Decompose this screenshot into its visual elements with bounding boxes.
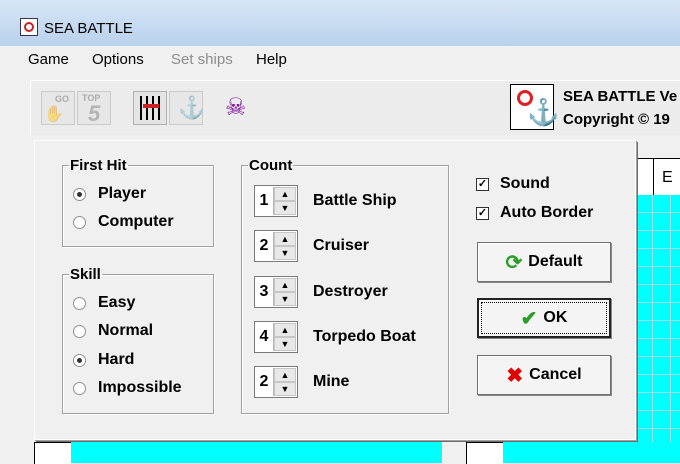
first-hit-group: First Hit Player Computer bbox=[62, 157, 214, 247]
count-legend: Count bbox=[249, 157, 293, 174]
radio-label: Computer bbox=[98, 213, 174, 230]
mine-spinner[interactable]: 2 ▲ ▼ bbox=[254, 366, 298, 398]
hand-icon: ✋ bbox=[44, 106, 64, 123]
slider-knob-icon bbox=[143, 104, 159, 108]
set-ships-button: ⚓ bbox=[169, 91, 206, 125]
default-button[interactable]: ⟳ Default bbox=[477, 242, 611, 282]
count-label: Mine bbox=[313, 373, 350, 390]
menu-help[interactable]: Help bbox=[256, 51, 287, 68]
count-label: Battle Ship bbox=[313, 192, 397, 209]
count-label: Destroyer bbox=[313, 283, 388, 300]
auto-border-checkbox[interactable]: ✓ Auto Border bbox=[476, 203, 593, 223]
top5-button[interactable]: TOP 5 bbox=[77, 91, 111, 126]
board-header: E bbox=[634, 158, 680, 195]
radio-unselected-icon bbox=[73, 381, 86, 395]
count-label: Cruiser bbox=[313, 237, 370, 254]
spin-down-icon[interactable]: ▼ bbox=[274, 292, 296, 306]
x-icon: ✖ bbox=[506, 364, 524, 387]
spin-down-icon[interactable]: ▼ bbox=[274, 201, 296, 215]
ok-label: OK bbox=[543, 309, 568, 326]
spinner-value: 4 bbox=[259, 328, 269, 345]
title-bar: SEA BATTLE bbox=[0, 0, 680, 46]
radio-unselected-icon bbox=[73, 296, 86, 310]
menu-options[interactable]: Options bbox=[92, 51, 144, 68]
radio-label: Hard bbox=[98, 351, 135, 368]
count-group: Count 1 ▲ ▼ Battle Ship 2 ▲ ▼ Cruiser 3 ▲ ▼… bbox=[241, 157, 449, 414]
spin-up-icon[interactable]: ▲ bbox=[274, 232, 296, 246]
menu-set-ships: Set ships bbox=[171, 51, 233, 68]
top-number: 5 bbox=[88, 101, 101, 126]
player-board bbox=[34, 442, 442, 464]
spinner-value: 3 bbox=[259, 283, 269, 300]
sound-label: Sound bbox=[500, 175, 550, 192]
version-text: SEA BATTLE Ve bbox=[563, 88, 678, 105]
cancel-button[interactable]: ✖ Cancel bbox=[477, 355, 611, 395]
count-row-battle-ship: 1 ▲ ▼ Battle Ship bbox=[254, 184, 397, 218]
first-hit-legend: First Hit bbox=[70, 157, 127, 174]
radio-unselected-icon bbox=[73, 324, 86, 338]
radio-unselected-icon bbox=[73, 215, 86, 229]
refresh-icon: ⟳ bbox=[505, 251, 523, 274]
go-button[interactable]: ✋ GO bbox=[41, 91, 75, 125]
count-row-destroyer: 3 ▲ ▼ Destroyer bbox=[254, 275, 388, 309]
skill-group: Skill Easy Normal Hard Impossible bbox=[62, 266, 214, 414]
enemy-board bbox=[634, 194, 680, 444]
skill-hard-radio[interactable]: Hard bbox=[73, 350, 134, 370]
checkmark-icon: ✓ bbox=[476, 206, 489, 220]
spin-down-icon[interactable]: ▼ bbox=[274, 246, 296, 260]
spin-down-icon[interactable]: ▼ bbox=[274, 382, 296, 396]
sound-checkbox[interactable]: ✓ Sound bbox=[476, 174, 550, 194]
cruiser-spinner[interactable]: 2 ▲ ▼ bbox=[254, 230, 298, 262]
skull-icon: ☠ bbox=[225, 94, 247, 121]
copyright-text: Copyright © 19 bbox=[563, 111, 670, 128]
destroyer-spinner[interactable]: 3 ▲ ▼ bbox=[254, 276, 298, 308]
count-label: Torpedo Boat bbox=[313, 328, 416, 345]
spin-up-icon[interactable]: ▲ bbox=[274, 187, 296, 201]
spin-down-icon[interactable]: ▼ bbox=[274, 337, 296, 351]
skill-easy-radio[interactable]: Easy bbox=[73, 293, 135, 313]
radio-label: Normal bbox=[98, 322, 154, 339]
spinner-value: 1 bbox=[259, 192, 269, 209]
radio-selected-icon bbox=[73, 187, 86, 201]
count-row-torpedo-boat: 4 ▲ ▼ Torpedo Boat bbox=[254, 320, 416, 354]
sliders-icon bbox=[140, 96, 162, 120]
checkmark-icon: ✓ bbox=[476, 177, 489, 191]
spin-up-icon[interactable]: ▲ bbox=[274, 323, 296, 337]
go-label: GO bbox=[55, 94, 70, 104]
count-row-cruiser: 2 ▲ ▼ Cruiser bbox=[254, 229, 369, 263]
battle-ship-spinner[interactable]: 1 ▲ ▼ bbox=[254, 185, 298, 217]
first-hit-player-radio[interactable]: Player bbox=[73, 184, 146, 204]
checkmark-green-icon: ✔ bbox=[520, 307, 538, 330]
enemy-board-bottom bbox=[466, 442, 680, 464]
torpedo-boat-spinner[interactable]: 4 ▲ ▼ bbox=[254, 321, 298, 353]
skill-impossible-radio[interactable]: Impossible bbox=[73, 378, 182, 398]
menu-game[interactable]: Game bbox=[28, 51, 69, 68]
radio-label: Impossible bbox=[98, 379, 182, 396]
anchor-icon: ⚓ bbox=[178, 95, 206, 120]
auto-border-label: Auto Border bbox=[500, 204, 594, 221]
window-title: SEA BATTLE bbox=[44, 20, 133, 37]
column-header-e: E bbox=[662, 169, 673, 186]
surrender-button[interactable]: ☠ bbox=[221, 91, 255, 125]
default-label: Default bbox=[528, 253, 583, 270]
app-icon bbox=[20, 18, 38, 36]
options-button[interactable] bbox=[133, 91, 167, 125]
anchor-logo-icon: ⚓ bbox=[527, 97, 560, 127]
spinner-value: 2 bbox=[259, 373, 269, 390]
ok-button[interactable]: ✔ OK bbox=[477, 298, 611, 338]
count-row-mine: 2 ▲ ▼ Mine bbox=[254, 365, 349, 399]
skill-legend: Skill bbox=[70, 266, 101, 283]
cancel-label: Cancel bbox=[529, 366, 582, 383]
spinner-value: 2 bbox=[259, 237, 269, 254]
radio-selected-icon bbox=[73, 353, 86, 367]
skill-normal-radio[interactable]: Normal bbox=[73, 321, 153, 341]
spin-up-icon[interactable]: ▲ bbox=[274, 368, 296, 382]
options-dialog: First Hit Player Computer Skill Easy Nor… bbox=[34, 140, 636, 440]
spin-up-icon[interactable]: ▲ bbox=[274, 278, 296, 292]
sea-battle-logo: ⚓ bbox=[510, 84, 559, 130]
radio-label: Easy bbox=[98, 294, 136, 311]
radio-label: Player bbox=[98, 185, 147, 202]
menu-bar: Game Options Set ships Help bbox=[0, 46, 680, 72]
first-hit-computer-radio[interactable]: Computer bbox=[73, 212, 174, 232]
